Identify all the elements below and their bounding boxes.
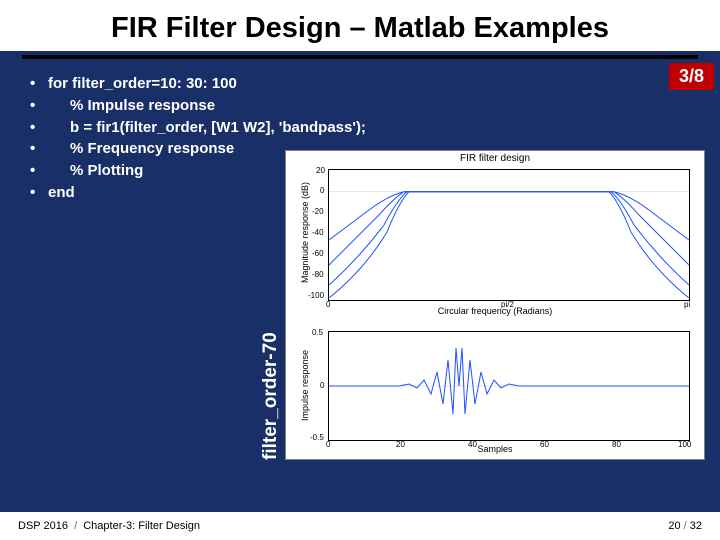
ytick: 0 (320, 186, 324, 195)
ytick: 0.5 (312, 328, 323, 337)
magnitude-ylabel: Magnitude response (dB) (300, 182, 310, 283)
impulse-plot (328, 331, 690, 441)
xtick: 20 (396, 440, 405, 449)
figure-panel: FIR filter design Magnitude response (dB… (285, 150, 705, 460)
xtick: pi (684, 300, 690, 309)
page-total: 32 (690, 520, 702, 532)
ytick: -40 (312, 228, 324, 237)
code-line: b = fir1(filter_order, [W1 W2], 'bandpas… (24, 117, 696, 139)
xtick: 0 (326, 300, 330, 309)
ytick: -20 (312, 207, 324, 216)
magnitude-svg (329, 170, 689, 300)
impulse-xlabel: Samples (286, 444, 704, 454)
page-current: 20 (668, 520, 680, 532)
footer-course: DSP 2016 (18, 520, 68, 532)
slide-title: FIR Filter Design – Matlab Examples (0, 0, 720, 51)
ytick: -0.5 (310, 433, 324, 442)
xtick: 100 (678, 440, 691, 449)
footer-chapter: Chapter-3: Filter Design (83, 520, 200, 532)
ytick: 20 (316, 166, 325, 175)
figure-title: FIR filter design (286, 153, 704, 164)
magnitude-xlabel: Circular frequency (Radians) (286, 306, 704, 316)
footer: DSP 2016 / Chapter-3: Filter Design 20 /… (0, 512, 720, 540)
impulse-ylabel: Impulse response (300, 350, 310, 421)
code-line: for filter_order=10: 30: 100 (24, 73, 696, 95)
page-sep: / (681, 520, 690, 532)
code-line: % Impulse response (24, 95, 696, 117)
ytick: -80 (312, 270, 324, 279)
ytick: -60 (312, 249, 324, 258)
magnitude-plot (328, 169, 690, 301)
side-label: filter_order-70 (260, 332, 282, 460)
xtick: 60 (540, 440, 549, 449)
xtick: 80 (612, 440, 621, 449)
slide-badge: 3/8 (669, 63, 714, 90)
footer-sep: / (68, 520, 83, 532)
slide: FIR Filter Design – Matlab Examples for … (0, 0, 720, 540)
ytick: 0 (320, 381, 324, 390)
impulse-svg (329, 332, 689, 440)
xtick: pi/2 (501, 300, 514, 309)
ytick: -100 (308, 291, 324, 300)
xtick: 0 (326, 440, 330, 449)
xtick: 40 (468, 440, 477, 449)
